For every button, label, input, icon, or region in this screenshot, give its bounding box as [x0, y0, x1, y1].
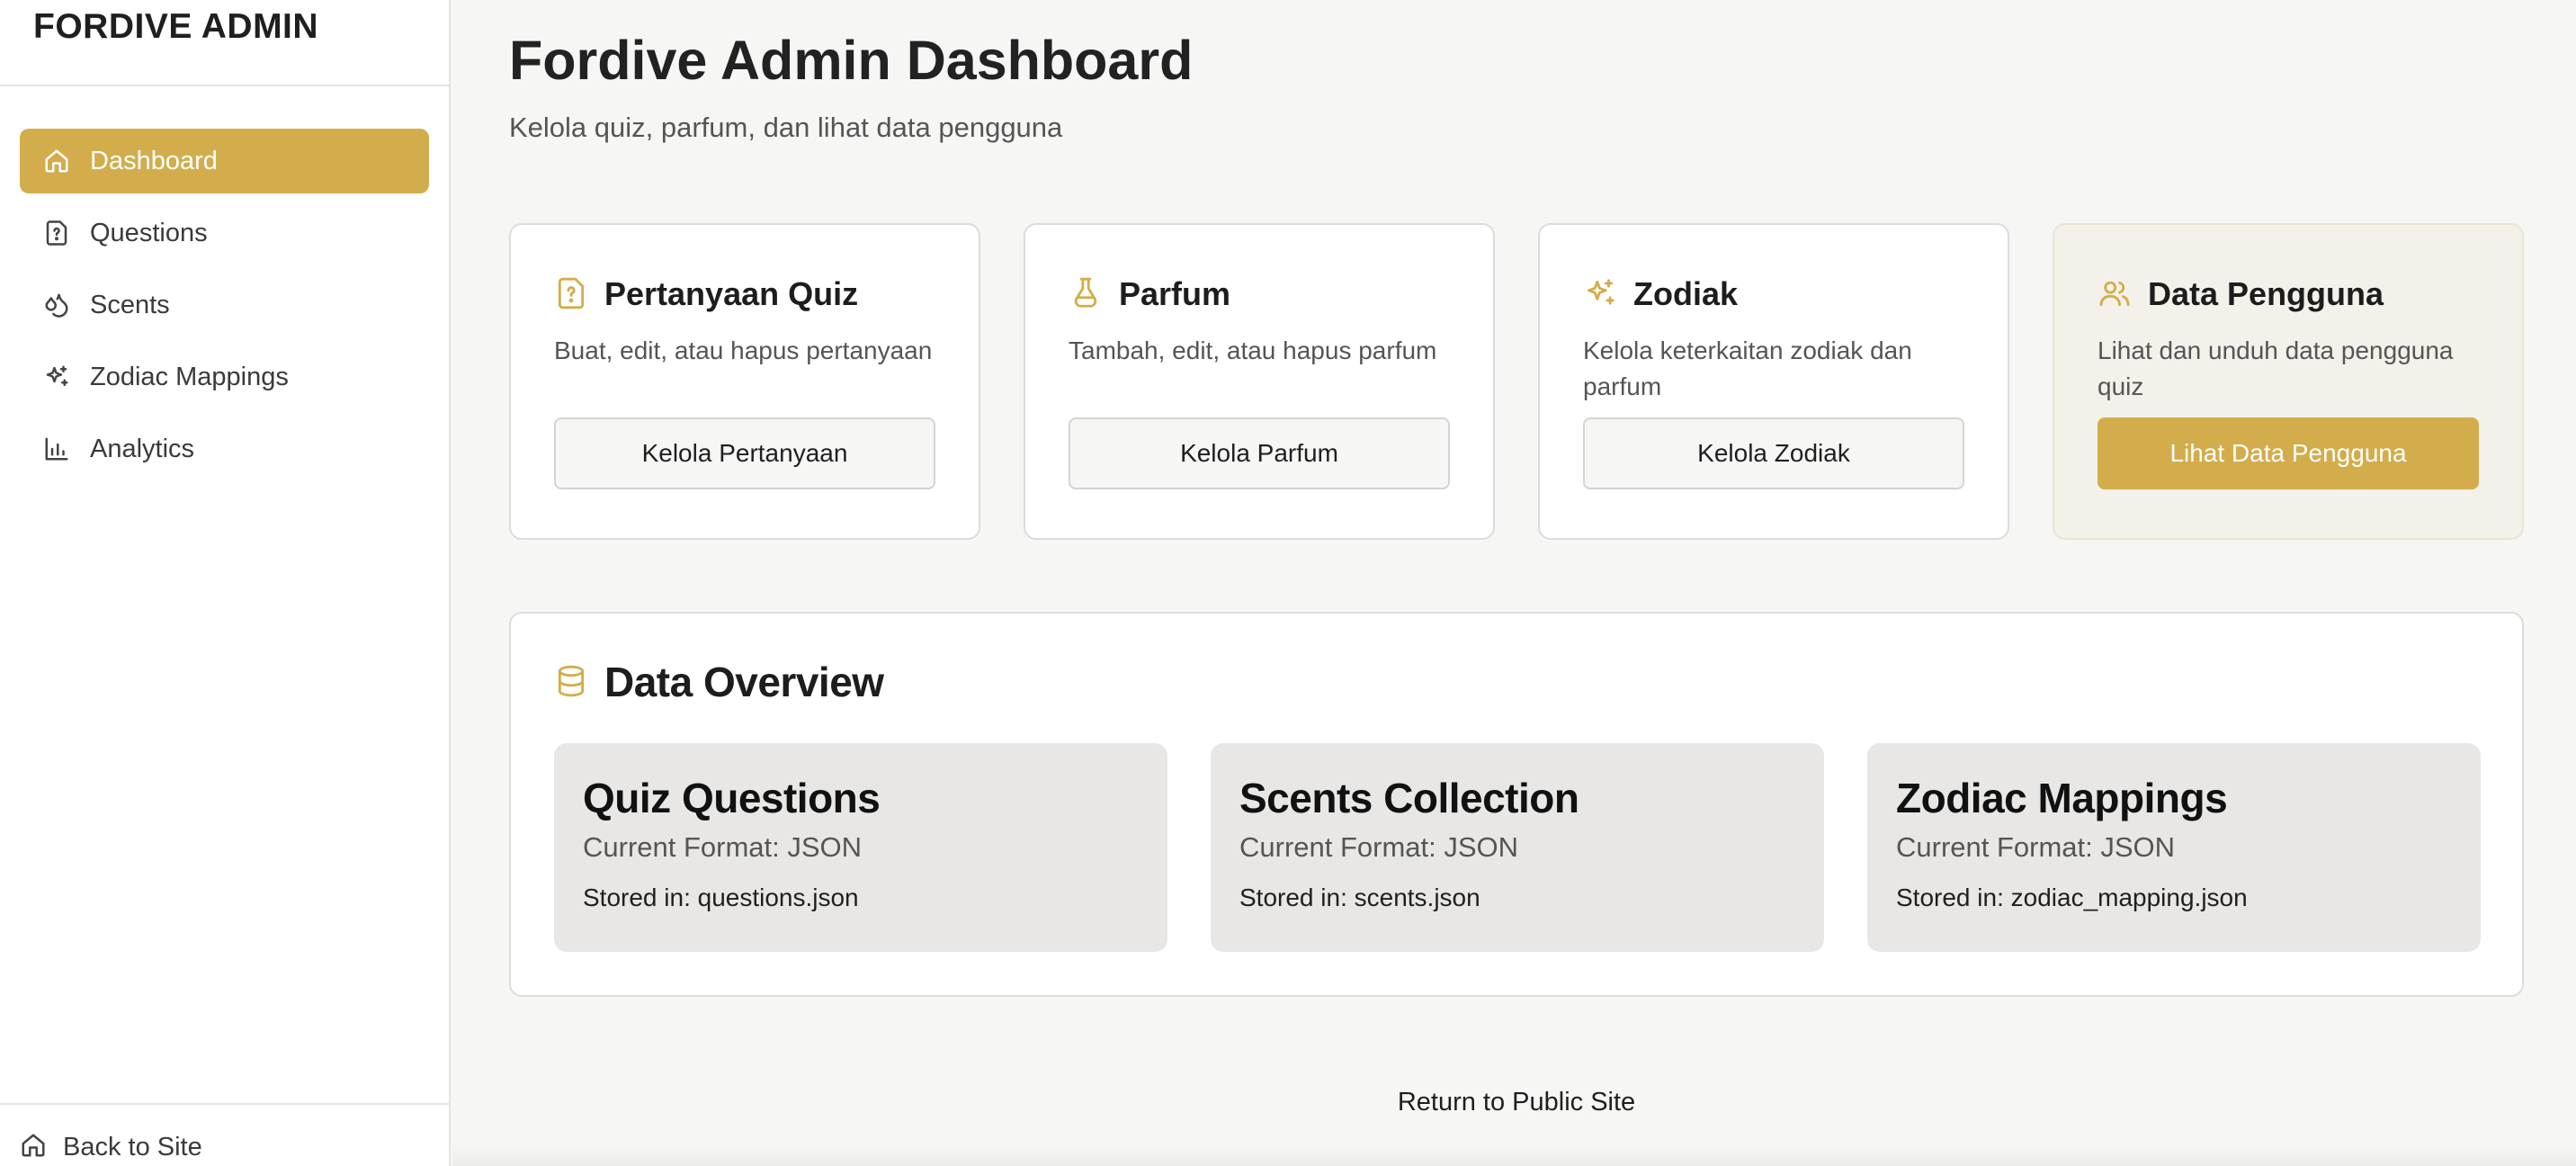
card-title: Pertanyaan Quiz: [604, 275, 859, 312]
stat-stored: Stored in: scents.json: [1239, 883, 1480, 911]
sidebar-item-zodiac-mappings[interactable]: Zodiac Mappings: [20, 345, 429, 409]
card-zodiak: Zodiak Kelola keterkaitan zodiak dan par…: [1538, 223, 2009, 540]
sidebar-item-label: Dashboard: [90, 146, 218, 175]
lihat-data-pengguna-button[interactable]: Lihat Data Pengguna: [2097, 417, 2479, 489]
sidebar-item-scents[interactable]: Scents: [20, 273, 429, 337]
sidebar: FORDIVE ADMIN Dashboard Questions Scents…: [0, 0, 451, 1166]
card-description: Buat, edit, atau hapus pertanyaan: [554, 336, 933, 364]
sidebar-item-label: Analytics: [90, 434, 195, 463]
card-parfum: Parfum Tambah, edit, atau hapus parfum K…: [1024, 223, 1495, 540]
back-to-site-label: Back to Site: [63, 1132, 202, 1162]
sidebar-item-analytics[interactable]: Analytics: [20, 417, 429, 481]
kelola-parfum-button[interactable]: Kelola Parfum: [1069, 417, 1450, 489]
brand-name: FORDIVE ADMIN: [33, 7, 319, 46]
data-overview-panel: Data Overview Quiz Questions Current For…: [509, 612, 2524, 997]
overview-stats: Quiz Questions Current Format: JSON Stor…: [554, 743, 2481, 952]
sidebar-item-dashboard[interactable]: Dashboard: [20, 129, 429, 193]
sparkles-icon: [1583, 276, 1619, 312]
file-question-icon: [41, 218, 72, 248]
stat-title: Zodiac Mappings: [1896, 775, 2228, 821]
stat-scents-collection: Scents Collection Current Format: JSON S…: [1211, 743, 1824, 952]
card-description: Lihat dan unduh data pengguna quiz: [2097, 336, 2454, 400]
kelola-pertanyaan-button[interactable]: Kelola Pertanyaan: [554, 417, 935, 489]
card-description: Kelola keterkaitan zodiak dan parfum: [1583, 336, 1912, 400]
page-title: Fordive Admin Dashboard: [509, 30, 1194, 91]
return-to-public-site-link[interactable]: Return to Public Site: [509, 1088, 2524, 1117]
sidebar-item-label: Questions: [90, 218, 208, 247]
action-cards: Pertanyaan Quiz Buat, edit, atau hapus p…: [509, 223, 2524, 540]
stat-format: Current Format: JSON: [583, 831, 863, 863]
card-pertanyaan-quiz: Pertanyaan Quiz Buat, edit, atau hapus p…: [509, 223, 980, 540]
database-icon: [554, 664, 590, 700]
card-title: Data Pengguna: [2148, 275, 2384, 312]
home-icon: [20, 1132, 50, 1162]
sparkles-icon: [41, 362, 72, 392]
page-subtitle: Kelola quiz, parfum, dan lihat data peng…: [509, 112, 1063, 143]
stat-format: Current Format: JSON: [1239, 831, 1519, 863]
kelola-zodiak-button[interactable]: Kelola Zodiak: [1583, 417, 1964, 489]
sidebar-item-questions[interactable]: Questions: [20, 201, 429, 265]
overview-title: Data Overview: [604, 659, 884, 705]
stat-title: Quiz Questions: [583, 775, 881, 821]
users-icon: [2097, 276, 2133, 312]
flask-icon: [1069, 276, 1105, 312]
home-icon: [41, 146, 72, 176]
sidebar-nav: Dashboard Questions Scents Zodiac Mappin…: [0, 86, 449, 481]
stat-zodiac-mappings: Zodiac Mappings Current Format: JSON Sto…: [1867, 743, 2481, 952]
stat-format: Current Format: JSON: [1896, 831, 2176, 863]
card-description: Tambah, edit, atau hapus parfum: [1069, 336, 1437, 364]
bottom-fade: [452, 1144, 2576, 1166]
stat-quiz-questions: Quiz Questions Current Format: JSON Stor…: [554, 743, 1167, 952]
sidebar-item-label: Scents: [90, 290, 170, 319]
card-title: Parfum: [1119, 275, 1231, 312]
back-to-site-link[interactable]: Back to Site: [0, 1103, 449, 1166]
stat-title: Scents Collection: [1239, 775, 1579, 821]
bar-chart-icon: [41, 434, 72, 464]
file-question-icon: [554, 276, 590, 312]
droplets-icon: [41, 290, 72, 320]
card-title: Zodiak: [1633, 275, 1739, 312]
stat-stored: Stored in: questions.json: [583, 883, 859, 911]
stat-stored: Stored in: zodiac_mapping.json: [1896, 883, 2248, 911]
sidebar-item-label: Zodiac Mappings: [90, 362, 289, 391]
brand-header: FORDIVE ADMIN: [0, 0, 449, 86]
card-data-pengguna: Data Pengguna Lihat dan unduh data pengg…: [2053, 223, 2524, 540]
